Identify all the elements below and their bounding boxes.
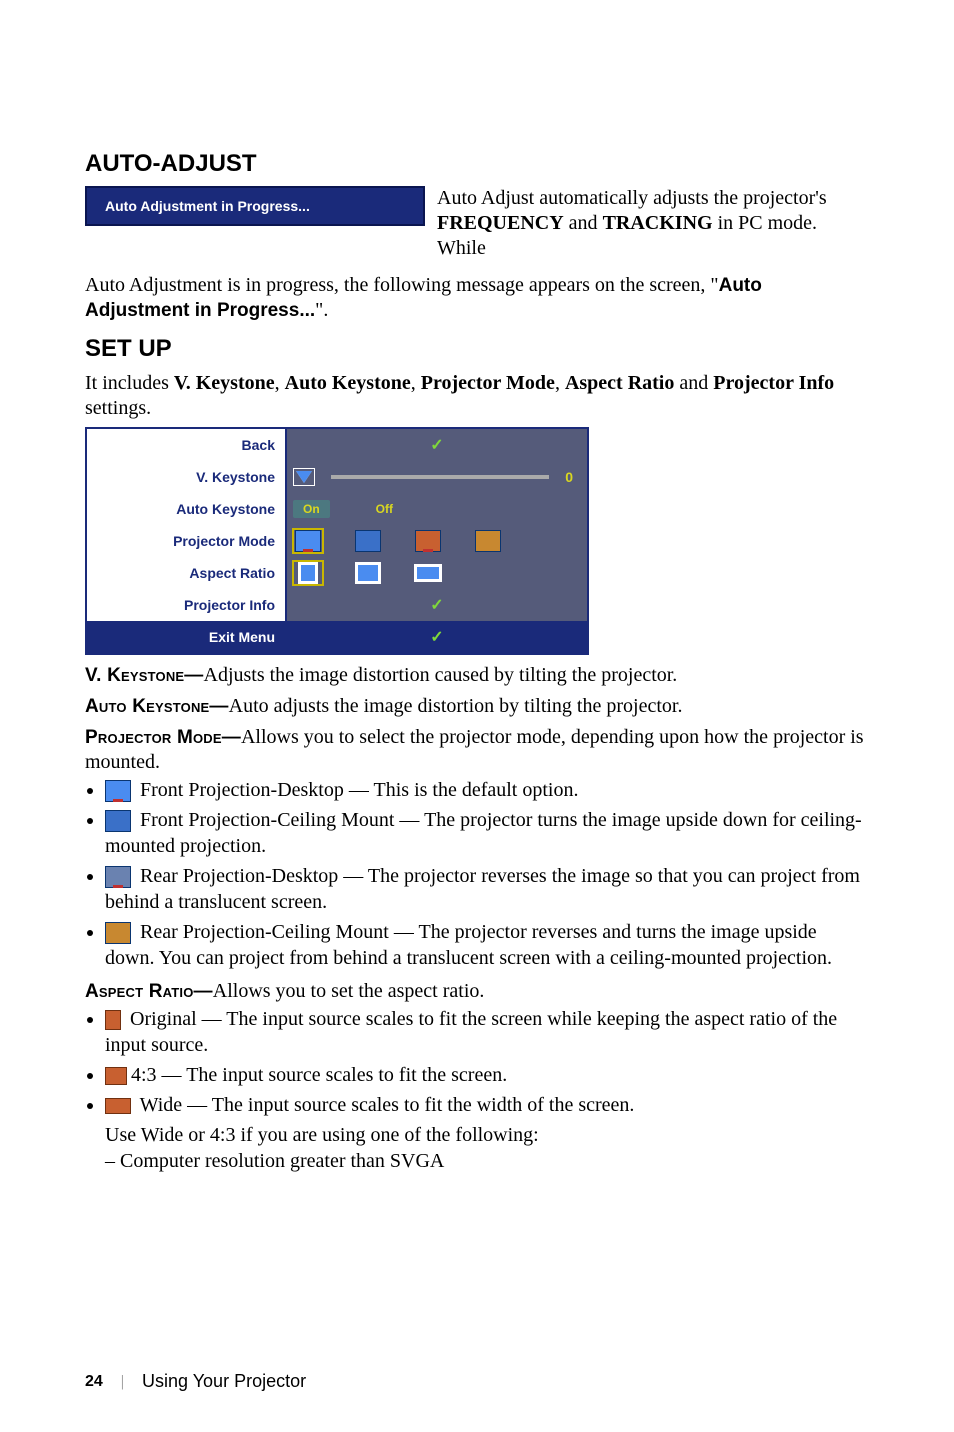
menu-row-aspect-ratio[interactable]: Aspect Ratio	[87, 557, 587, 589]
list-item: Front Projection-Ceiling Mount — The pro…	[105, 807, 869, 859]
menu-row-autokeystone[interactable]: Auto Keystone On Off	[87, 493, 587, 525]
text: and	[564, 212, 603, 234]
menu-row-back[interactable]: Back	[87, 429, 587, 461]
list-item: Rear Projection-Ceiling Mount — The proj…	[105, 919, 869, 971]
aspect-ratio-list: Original — The input source scales to fi…	[85, 1006, 869, 1174]
slider-value: 0	[565, 469, 573, 485]
menu-label-vkeystone: V. Keystone	[87, 461, 287, 493]
menu-row-vkeystone[interactable]: V. Keystone 0	[87, 461, 587, 493]
def-label: Aspect Ratio—	[85, 981, 213, 1002]
text-tracking: TRACKING	[603, 212, 713, 234]
menu-label-aspect-ratio: Aspect Ratio	[87, 557, 287, 589]
ar-4-3-icon	[105, 1067, 127, 1085]
auto-adjust-row: Auto Adjustment in Progress... Auto Adju…	[85, 186, 869, 267]
text: Original — The input source scales to fi…	[105, 1008, 837, 1056]
rear-desktop-icon	[105, 866, 131, 888]
mode-front-ceiling-icon[interactable]	[353, 529, 383, 553]
text: Wide — The input source scales to fit th…	[140, 1094, 635, 1116]
menu-label-back: Back	[87, 429, 287, 461]
tail-text-2: – Computer resolution greater than SVGA	[105, 1148, 869, 1174]
heading-auto-adjust: AUTO-ADJUST	[85, 150, 869, 178]
def-label: Auto Keystone—	[85, 696, 229, 717]
text: Rear Projection-Desktop — The projector …	[105, 865, 860, 913]
mode-front-desktop-icon[interactable]	[293, 529, 323, 553]
slider-track[interactable]	[331, 475, 549, 479]
rear-ceiling-icon	[105, 922, 131, 944]
check-icon	[293, 627, 581, 647]
heading-set-up: SET UP	[85, 335, 869, 363]
front-ceiling-icon	[105, 810, 131, 832]
ar-4-3-icon[interactable]	[353, 561, 383, 585]
option-on[interactable]: On	[293, 500, 330, 518]
page-footer: 24 | Using Your Projector	[85, 1371, 306, 1392]
def-text: Auto adjusts the image distortion by til…	[229, 695, 683, 717]
def-autokeystone: Auto Keystone—Auto adjusts the image dis…	[85, 694, 869, 719]
menu-row-projector-info[interactable]: Projector Info	[87, 589, 587, 621]
text: settings.	[85, 397, 151, 419]
list-item: 4:3 — The input source scales to fit the…	[105, 1062, 869, 1088]
menu-row-exit[interactable]: Exit Menu	[87, 621, 587, 653]
def-text: Allows you to set the aspect ratio.	[213, 980, 485, 1002]
menu-label-autokeystone: Auto Keystone	[87, 493, 287, 525]
def-projector-mode: Projector Mode—Allows you to select the …	[85, 725, 869, 775]
def-aspect-ratio: Aspect Ratio—Allows you to set the aspec…	[85, 979, 869, 1004]
setup-intro: It includes V. Keystone, Auto Keystone, …	[85, 371, 869, 421]
list-item: Wide — The input source scales to fit th…	[105, 1092, 869, 1174]
list-item: Original — The input source scales to fi…	[105, 1006, 869, 1058]
text: 4:3 — The input source scales to fit the…	[131, 1064, 507, 1086]
page: AUTO-ADJUST Auto Adjustment in Progress.…	[0, 0, 954, 1432]
def-label: Projector Mode—	[85, 727, 241, 748]
osd-menu: Back V. Keystone 0 Auto Keystone On Off …	[85, 427, 589, 655]
text: and	[674, 372, 713, 394]
footer-label: Using Your Projector	[142, 1371, 306, 1392]
list-item: Front Projection-Desktop — This is the d…	[105, 777, 869, 803]
text: V. Keystone	[174, 372, 275, 394]
progress-dialog: Auto Adjustment in Progress...	[85, 186, 425, 226]
auto-adjust-lead-text: Auto Adjust automatically adjusts the pr…	[437, 186, 869, 261]
text: Front Projection-Desktop — This is the d…	[140, 779, 578, 801]
menu-label-exit: Exit Menu	[87, 621, 287, 653]
mode-rear-desktop-icon[interactable]	[413, 529, 443, 553]
def-text: Adjusts the image distortion caused by t…	[204, 664, 678, 686]
footer-separator: |	[121, 1373, 124, 1391]
text: Aspect Ratio	[565, 372, 674, 394]
ar-original-icon	[105, 1010, 121, 1030]
text: It includes	[85, 372, 174, 394]
tail-text-1: Use Wide or 4:3 if you are using one of …	[105, 1122, 869, 1148]
menu-label-projector-mode: Projector Mode	[87, 525, 287, 557]
check-icon	[293, 435, 581, 455]
text-frequency: FREQUENCY	[437, 212, 564, 234]
ar-wide-icon[interactable]	[413, 561, 443, 585]
auto-adjust-continuation: Auto Adjustment is in progress, the foll…	[85, 273, 869, 323]
text: Auto Adjustment is in progress, the foll…	[85, 274, 719, 296]
front-desktop-icon	[105, 780, 131, 802]
def-vkeystone: V. Keystone—Adjusts the image distortion…	[85, 663, 869, 688]
ar-original-icon[interactable]	[293, 561, 323, 585]
def-label: V. Keystone—	[85, 665, 204, 686]
option-off[interactable]: Off	[376, 502, 393, 516]
text: Projector Mode	[421, 372, 555, 394]
mode-rear-ceiling-icon[interactable]	[473, 529, 503, 553]
text: Auto Keystone	[285, 372, 411, 394]
text: Auto Adjust automatically adjusts the pr…	[437, 187, 827, 209]
text: Projector Info	[713, 372, 834, 394]
projector-mode-list: Front Projection-Desktop — This is the d…	[85, 777, 869, 971]
check-icon	[293, 595, 581, 615]
page-number: 24	[85, 1373, 103, 1391]
text: Front Projection-Ceiling Mount — The pro…	[105, 809, 862, 857]
ar-wide-icon	[105, 1098, 131, 1114]
text: Rear Projection-Ceiling Mount — The proj…	[105, 921, 832, 969]
text: ".	[315, 299, 328, 321]
menu-row-projector-mode[interactable]: Projector Mode	[87, 525, 587, 557]
list-item: Rear Projection-Desktop — The projector …	[105, 863, 869, 915]
menu-label-projector-info: Projector Info	[87, 589, 287, 621]
keystone-icon	[293, 468, 315, 486]
